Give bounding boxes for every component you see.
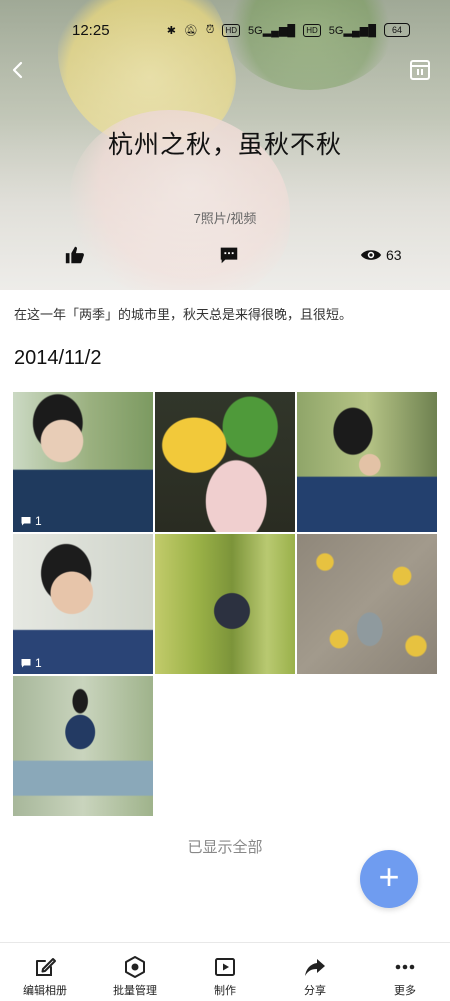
status-bar: 12:25 ✱ 🔕︎ ⏰︎ HD 5G▂▄▆█ HD 5G▂▄▆█ 64 — [0, 0, 450, 60]
photo-thumbnail[interactable] — [13, 676, 153, 816]
photo-grid: 1 1 — [13, 392, 437, 816]
comment-icon — [21, 517, 31, 526]
edit-album-label: 编辑相册 — [23, 985, 67, 997]
back-button[interactable] — [6, 58, 30, 82]
view-count-value: 63 — [386, 247, 402, 263]
status-time: 12:25 — [72, 21, 110, 39]
share-icon — [305, 959, 325, 976]
eye-icon — [360, 250, 382, 260]
more-button[interactable]: 更多 — [360, 943, 450, 1001]
more-icon — [395, 964, 415, 970]
album-description: 在这一年「两季」的城市里，秋天总是来得很晚，且很短。 — [14, 307, 353, 322]
album-cover: 12:25 ✱ 🔕︎ ⏰︎ HD 5G▂▄▆█ HD 5G▂▄▆█ 64 杭州之… — [0, 0, 450, 290]
share-label: 分享 — [304, 985, 326, 997]
create-button[interactable]: 制作 — [180, 943, 270, 1001]
photo-thumbnail[interactable] — [155, 534, 295, 674]
more-label: 更多 — [394, 985, 416, 997]
plus-icon: + — [378, 856, 400, 897]
date-heading: 2014/11/2 — [14, 347, 102, 369]
comment-icon — [220, 247, 238, 264]
photo-thumbnail[interactable] — [297, 392, 437, 532]
chevron-left-icon — [12, 61, 23, 79]
comment-badge: 1 — [20, 656, 42, 670]
comment-button[interactable] — [218, 244, 240, 266]
comment-badge: 1 — [20, 514, 42, 528]
alarm-icon: ⏰︎ — [205, 23, 215, 36]
thumbs-up-icon — [65, 246, 84, 264]
photo-thumbnail[interactable]: 1 — [13, 392, 153, 532]
mute-icon: 🔕︎ — [183, 24, 198, 37]
play-icon — [215, 958, 235, 976]
slideshow-button[interactable] — [408, 58, 432, 82]
photo-thumbnail[interactable] — [297, 534, 437, 674]
comment-count: 1 — [35, 514, 42, 528]
album-title: 杭州之秋，虽秋不秋 — [107, 131, 342, 159]
add-photo-button[interactable]: + — [360, 850, 418, 908]
slideshow-icon — [410, 60, 430, 80]
share-button[interactable]: 分享 — [270, 943, 360, 1001]
batch-manage-label: 批量管理 — [113, 985, 157, 997]
network-label-1: 5G — [248, 24, 263, 37]
edit-album-button[interactable]: 编辑相册 — [0, 943, 90, 1001]
create-label: 制作 — [214, 985, 236, 997]
batch-icon — [125, 956, 145, 978]
album-item-count: 7照片/视频 — [193, 211, 257, 226]
comment-count: 1 — [35, 656, 42, 670]
photo-thumbnail[interactable] — [155, 392, 295, 532]
comment-icon — [21, 659, 31, 668]
signal-icon-2: 5G▂▄▆█ — [328, 24, 376, 37]
batch-manage-button[interactable]: 批量管理 — [90, 943, 180, 1001]
hd-badge-1: HD — [222, 23, 241, 37]
album-actions: 63 — [0, 244, 450, 268]
bluetooth-icon: ✱ — [166, 24, 176, 37]
status-icons: ✱ 🔕︎ ⏰︎ HD 5G▂▄▆█ HD 5G▂▄▆█ 64 — [167, 23, 410, 37]
signal-icon-1: 5G▂▄▆█ — [248, 24, 296, 37]
hd-badge-2: HD — [303, 23, 321, 37]
network-label-2: 5G — [328, 24, 344, 37]
battery-icon: 64 — [384, 23, 410, 37]
like-button[interactable] — [64, 244, 86, 266]
bottom-toolbar: 编辑相册 批量管理 制作 分享 更多 — [0, 942, 450, 1001]
edit-icon — [36, 958, 56, 976]
view-count: 63 — [360, 244, 402, 266]
photo-thumbnail[interactable]: 1 — [13, 534, 153, 674]
